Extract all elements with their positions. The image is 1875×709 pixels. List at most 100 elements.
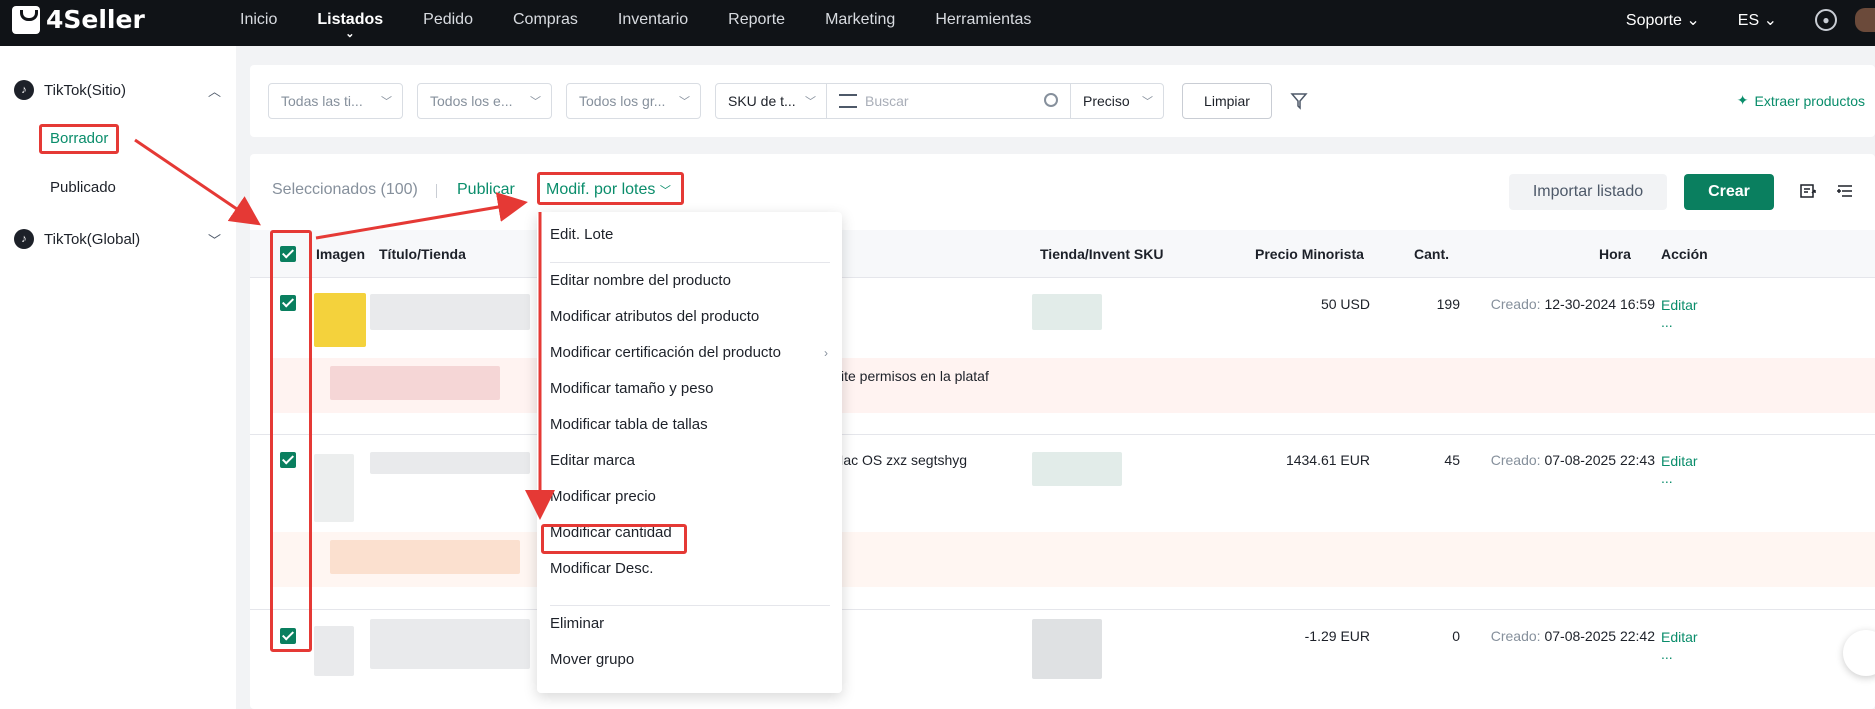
product-thumbnail[interactable] [314,626,354,676]
th-qty: Cant. [1414,246,1449,262]
extract-products-link[interactable]: ✦ Extraer productos [1737,92,1865,109]
chevron-down-icon: ﹀ [530,96,541,108]
chevron-down-icon: ﹀ [679,96,690,108]
select-value: SKU de t... [728,93,796,109]
row-warning-band [270,358,1875,413]
quantity: 0 [1452,628,1460,644]
search-input[interactable]: Buscar [825,83,1071,119]
menu-separator [550,262,830,263]
menu-item-modify-description[interactable]: Modificar Desc. [550,560,653,577]
menu-item-modify-size-chart[interactable]: Modificar tabla de tallas [550,416,708,433]
product-title[interactable]: 0 Mac OS zxz segtshyg [820,452,967,468]
bag-icon [12,5,40,34]
sidebar-group-tiktok-global[interactable]: ♪ TikTok(Global) [14,229,140,249]
select-value: Todos los gr... [579,93,666,109]
chevron-down-icon: ﹀ [1142,96,1153,108]
menu-item-move-group[interactable]: Mover grupo [550,651,634,668]
highlight-borrador [39,124,119,154]
select-value: Todos los e... [430,93,513,109]
edit-link[interactable]: Editar [1661,297,1698,313]
selected-count: Seleccionados (100) [272,181,418,198]
row-divider [250,609,1875,610]
clear-button[interactable]: Limpiar [1182,83,1272,119]
product-title-blurred[interactable] [370,452,530,474]
th-price: Precio Minorista [1255,246,1364,262]
product-thumbnail[interactable] [314,293,366,347]
edit-link[interactable]: Editar [1661,629,1698,645]
create-button[interactable]: Crear [1684,174,1774,210]
avatar[interactable] [1855,8,1875,32]
warning-text: olicite permisos en la plataf [820,368,989,384]
gear-icon[interactable]: ● [1815,9,1837,31]
status-filter-select[interactable]: Todos los e... ﹀ [417,83,552,119]
language-menu[interactable]: ES ⌄ [1738,10,1777,30]
menu-item-edit-brand[interactable]: Editar marca [550,452,635,469]
tiktok-icon: ♪ [14,229,34,249]
nav-item-herramientas[interactable]: Herramientas [915,0,1051,46]
warning-text-blurred [330,540,520,574]
chevron-down-icon[interactable]: ﹀ [208,230,221,249]
nav-item-marketing[interactable]: Marketing [805,0,915,46]
quantity: 45 [1444,452,1460,468]
chevron-up-icon[interactable]: ︿ [208,81,221,100]
chevron-down-icon: ﹀ [805,96,816,108]
filter-icon[interactable] [1290,92,1308,110]
created-value: 07-08-2025 22:42 [1544,628,1655,644]
sparkle-icon: ✦ [1736,92,1749,108]
import-listing-button[interactable]: Importar listado [1509,174,1667,210]
search-icon[interactable] [1044,93,1058,107]
export-icon[interactable] [1799,182,1817,200]
product-title-blurred[interactable] [370,619,530,669]
select-value: Todas las ti... [281,93,363,109]
product-thumbnail[interactable] [314,454,354,522]
quantity: 199 [1436,296,1460,312]
more-actions[interactable]: ... [1661,314,1673,330]
sku-type-select[interactable]: SKU de t... ﹀ [715,83,827,119]
menu-item-modify-certification[interactable]: Modificar certificación del producto [550,344,781,361]
created-label: Creado: [1490,296,1541,312]
chevron-down-icon: ⌄ [1763,12,1777,29]
columns-icon[interactable] [1836,182,1854,200]
product-title-blurred[interactable] [370,294,530,330]
highlight-modify-quantity [541,524,687,554]
nav-item-pedido[interactable]: Pedido [403,0,493,46]
extract-label: Extraer productos [1754,92,1866,109]
chevron-down-icon: ⌄ [345,28,355,40]
menu-item-edit-product-name[interactable]: Editar nombre del producto [550,272,731,289]
menu-item-modify-price[interactable]: Modificar precio [550,488,656,505]
brand-logo[interactable]: 4Seller [12,5,145,34]
group-filter-select[interactable]: Todos los gr... ﹀ [566,83,701,119]
menu-item-modify-attributes[interactable]: Modificar atributos del producto [550,308,759,325]
highlight-checkboxes [270,230,312,652]
nav-item-inicio[interactable]: Inicio [220,0,297,46]
price-mode-select[interactable]: Preciso ﹀ [1070,83,1164,119]
support-menu[interactable]: Soporte ⌄ [1626,10,1700,30]
publish-button[interactable]: Publicar [457,181,515,199]
menu-item-modify-size-weight[interactable]: Modificar tamaño y peso [550,380,713,397]
top-right-menu: Soporte ⌄ ES ⌄ ● [1626,0,1875,40]
created-time: Creado: 07-08-2025 22:43 [1490,452,1655,468]
edit-link[interactable]: Editar [1661,453,1698,469]
nav-item-listados[interactable]: Listados ⌄ [297,0,403,46]
nav-item-reporte[interactable]: Reporte [708,0,805,46]
menu-item-batch-edit[interactable]: Edit. Lote [550,226,613,243]
retail-price: -1.29 EUR [1304,628,1370,644]
sidebar-group-label: TikTok(Sitio) [44,81,126,99]
retail-price: 1434.61 EUR [1285,452,1370,468]
sidebar-group-tiktok-sitio[interactable]: ♪ TikTok(Sitio) [14,80,126,100]
chevron-right-icon: › [824,346,828,360]
created-label: Creado: [1490,452,1541,468]
sidebar-item-publicado[interactable]: Publicado [50,179,116,196]
th-time: Hora [1599,246,1631,262]
created-value: 12-30-2024 16:59 [1544,296,1655,312]
nav-item-inventario[interactable]: Inventario [598,0,708,46]
select-value: Preciso [1083,93,1130,109]
nav-label: Listados [317,11,384,28]
nav-item-compras[interactable]: Compras [493,0,598,46]
more-actions[interactable]: ... [1661,470,1673,486]
filter-bar: Todas las ti... ﹀ Todos los e... ﹀ Todos l… [250,65,1875,137]
more-actions[interactable]: ... [1661,646,1673,662]
th-title: Título/Tienda [379,246,466,262]
type-filter-select[interactable]: Todas las ti... ﹀ [268,83,403,119]
menu-item-delete[interactable]: Eliminar [550,615,604,632]
